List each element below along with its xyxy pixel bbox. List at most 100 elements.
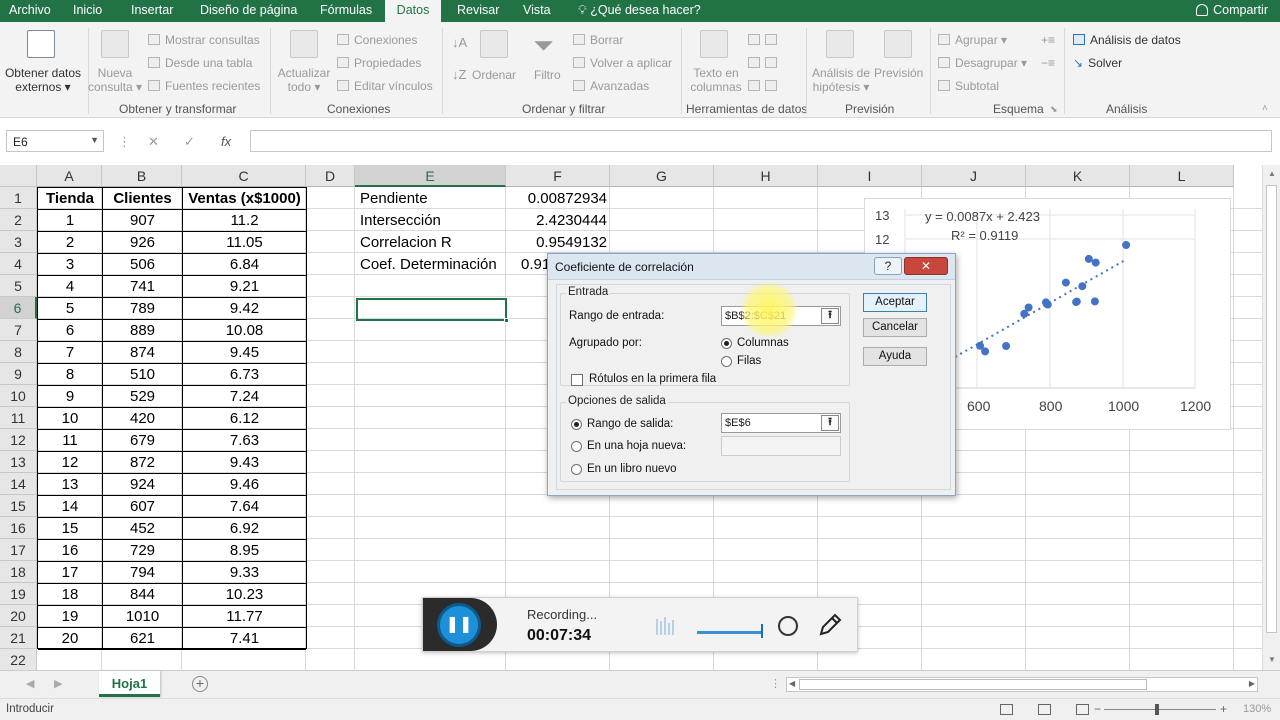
table-cell[interactable]: 926 (103, 232, 182, 254)
rango-salida-radio[interactable] (571, 419, 582, 430)
table-cell[interactable]: 7.64 (183, 496, 306, 518)
stat-label-correlacion[interactable]: Correlacion R (360, 232, 506, 254)
stat-label-interseccion[interactable]: Intersección (360, 210, 506, 232)
scroll-left-icon[interactable]: ◀ (789, 679, 795, 688)
table-cell[interactable]: 452 (103, 518, 182, 540)
header-ventas[interactable]: Ventas (x$1000) (183, 188, 306, 210)
table-cell[interactable]: 2 (38, 232, 102, 254)
row-header-8[interactable]: 8 (0, 341, 37, 363)
table-cell[interactable]: 10.08 (183, 320, 306, 342)
show-detail-icon[interactable]: +≡ (1041, 33, 1055, 47)
table-cell[interactable]: 729 (103, 540, 182, 562)
table-cell[interactable]: 6.12 (183, 408, 306, 430)
row-header-11[interactable]: 11 (0, 407, 37, 429)
table-cell[interactable]: 8 (38, 364, 102, 386)
column-header-i[interactable]: I (818, 165, 922, 187)
table-cell[interactable]: 6.92 (183, 518, 306, 540)
rango-salida-label[interactable]: Rango de salida: (587, 418, 673, 430)
advanced-filter-button[interactable]: Avanzadas (573, 79, 649, 93)
table-cell[interactable]: 420 (103, 408, 182, 430)
data-point[interactable] (981, 347, 990, 356)
table-cell[interactable]: 9.21 (183, 276, 306, 298)
tab-inicio[interactable]: Inicio (73, 0, 102, 22)
hoja-nueva-label[interactable]: En una hoja nueva: (587, 440, 686, 452)
new-query-button[interactable]: Nueva consulta ▾ (88, 66, 142, 94)
share-button[interactable]: Compartir (1196, 0, 1268, 22)
table-cell[interactable]: 5 (38, 298, 102, 320)
table-cell[interactable]: 12 (38, 452, 102, 474)
table-cell[interactable]: 11.77 (183, 606, 306, 628)
zoom-percent[interactable]: 130% (1243, 703, 1271, 715)
filter-button[interactable]: Filtro (534, 68, 561, 82)
table-cell[interactable]: 872 (103, 452, 182, 474)
data-validation-icon[interactable] (748, 79, 782, 93)
tab-insertar[interactable]: Insertar (131, 0, 173, 22)
row-header-17[interactable]: 17 (0, 539, 37, 561)
formula-input[interactable] (250, 130, 1272, 152)
column-header-d[interactable]: D (306, 165, 355, 187)
column-header-k[interactable]: K (1026, 165, 1130, 187)
table-cell[interactable]: 19 (38, 606, 102, 628)
row-header-14[interactable]: 14 (0, 473, 37, 495)
connections-button[interactable]: Conexiones (337, 33, 417, 47)
ayuda-button[interactable]: Ayuda (863, 347, 927, 366)
column-header-c[interactable]: C (182, 165, 306, 187)
prev-sheet-icon[interactable]: ◀ (26, 677, 34, 690)
libro-nuevo-radio[interactable] (571, 464, 582, 475)
hoja-nueva-input[interactable] (721, 436, 841, 456)
header-tienda[interactable]: Tienda (38, 188, 102, 210)
column-header-a[interactable]: A (37, 165, 102, 187)
vertical-scrollbar[interactable]: ▲ ▼ (1262, 165, 1280, 670)
table-cell[interactable]: 9.43 (183, 452, 306, 474)
column-header-e[interactable]: E (355, 165, 506, 187)
table-cell[interactable]: 9.46 (183, 474, 306, 496)
row-header-6[interactable]: 6 (0, 297, 37, 319)
table-cell[interactable]: 18 (38, 584, 102, 606)
tab-archivo[interactable]: Archivo (9, 0, 51, 22)
table-cell[interactable]: 621 (103, 628, 182, 650)
sort-za-icon[interactable]: ↓Z (452, 68, 466, 82)
table-cell[interactable]: 8.95 (183, 540, 306, 562)
cancelar-button[interactable]: Cancelar (863, 318, 927, 337)
tab-vista[interactable]: Vista (523, 0, 551, 22)
header-clientes[interactable]: Clientes (103, 188, 182, 210)
normal-view-icon[interactable] (1000, 704, 1013, 715)
table-cell[interactable]: 844 (103, 584, 182, 606)
scroll-down-icon[interactable]: ▼ (1268, 655, 1276, 664)
what-if-button[interactable]: Análisis de hipótesis ▾ (811, 66, 871, 94)
data-point[interactable] (1090, 297, 1099, 306)
data-point[interactable] (1084, 254, 1093, 263)
solver-button[interactable]: ↘ Solver (1073, 56, 1122, 70)
hoja-nueva-radio[interactable] (571, 441, 582, 452)
collapse-dialog-icon[interactable]: ⭱ (821, 308, 839, 324)
filas-label[interactable]: Filas (737, 355, 761, 367)
subtotal-button[interactable]: Subtotal (938, 79, 999, 93)
data-point[interactable] (1078, 282, 1087, 291)
flash-fill-icon[interactable] (748, 33, 782, 47)
rotulos-label[interactable]: Rótulos en la primera fila (589, 373, 716, 385)
active-cell-e6[interactable] (356, 298, 509, 323)
column-header-f[interactable]: F (506, 165, 610, 187)
zoom-slider[interactable] (1104, 709, 1216, 710)
table-cell[interactable]: 924 (103, 474, 182, 496)
insert-function-icon[interactable]: fx (221, 134, 231, 149)
stat-value-pendiente[interactable]: 0.00872934 (507, 188, 607, 210)
chevron-down-icon[interactable]: ▼ (90, 135, 99, 145)
volume-slider-thumb[interactable] (761, 624, 763, 638)
table-cell[interactable]: 794 (103, 562, 182, 584)
tell-me-box[interactable]: 💡︎ ¿Qué desea hacer? (578, 0, 701, 22)
tab-formulas[interactable]: Fórmulas (320, 0, 372, 22)
table-cell[interactable]: 907 (103, 210, 182, 232)
rotulos-checkbox[interactable] (571, 374, 583, 386)
table-cell[interactable]: 9.45 (183, 342, 306, 364)
collapse-ribbon-icon[interactable]: ˄ (1262, 102, 1268, 116)
row-header-2[interactable]: 2 (0, 209, 37, 231)
row-header-22[interactable]: 22 (0, 649, 37, 670)
table-cell[interactable]: 7.63 (183, 430, 306, 452)
table-cell[interactable]: 7 (38, 342, 102, 364)
ungroup-button[interactable]: Desagrupar ▾ (938, 56, 1027, 70)
tab-revisar[interactable]: Revisar (457, 0, 499, 22)
collapse-dialog-icon[interactable]: ⭱ (821, 415, 839, 431)
table-cell[interactable]: 11.2 (183, 210, 306, 232)
columnas-radio[interactable] (721, 338, 732, 349)
